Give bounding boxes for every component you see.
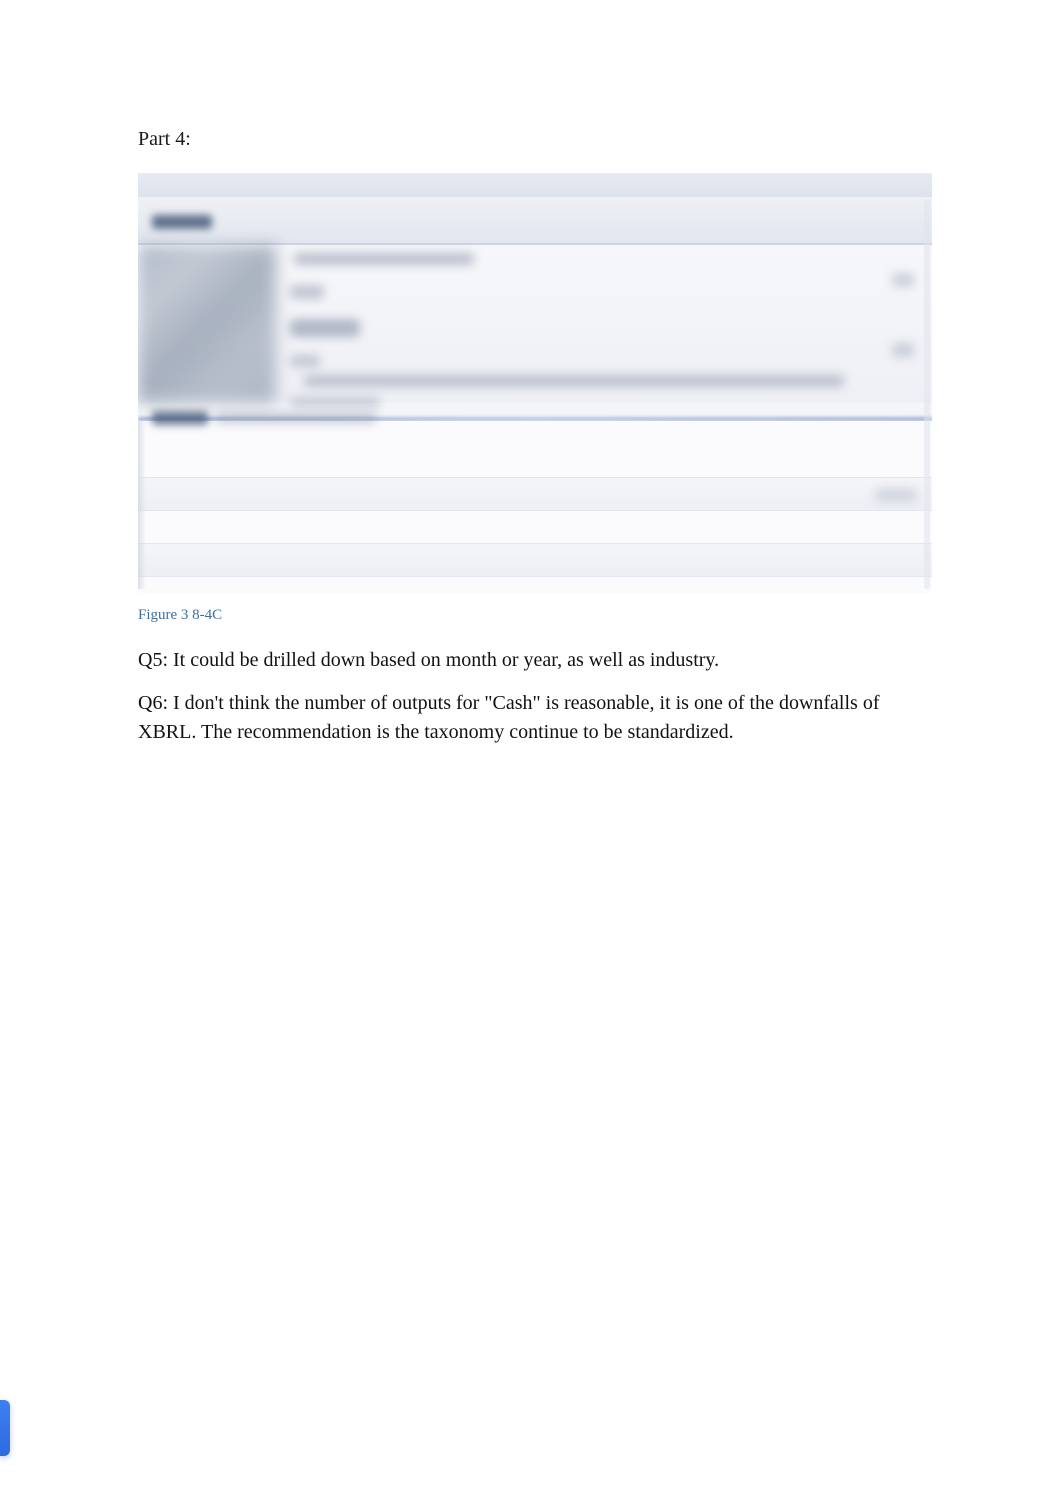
screenshot-header-label (152, 215, 212, 229)
screenshot-text-line (290, 285, 324, 299)
screenshot-header (138, 197, 932, 245)
screenshot-text-line (290, 397, 380, 407)
section-heading: Part 4: (138, 128, 932, 151)
screenshot-sidebar-thumbnail (138, 245, 276, 403)
screenshot-row (138, 543, 932, 577)
screenshot-divider-label (152, 411, 208, 425)
side-tab-handle[interactable] (0, 1400, 10, 1456)
answer-q5: Q5: It could be drilled down based on mo… (138, 646, 932, 675)
screenshot-text-line (290, 319, 360, 337)
screenshot-right-marker (892, 273, 914, 287)
screenshot-topbar (138, 173, 932, 197)
blurred-screenshot-image (138, 173, 932, 593)
screenshot-divider-text (216, 413, 376, 423)
screenshot-left-edge (138, 421, 146, 589)
answer-q6: Q6: I don't think the number of outputs … (138, 689, 932, 747)
screenshot-row-value (876, 489, 916, 501)
figure-container: Figure 3 8-4C (138, 173, 932, 624)
screenshot-right-marker (892, 343, 914, 357)
screenshot-text-line (304, 375, 844, 387)
screenshot-scrollbar (924, 199, 930, 589)
screenshot-text-line (294, 253, 474, 265)
screenshot-text-line (290, 355, 320, 367)
screenshot-row (138, 477, 932, 511)
figure-caption: Figure 3 8-4C (138, 607, 932, 624)
